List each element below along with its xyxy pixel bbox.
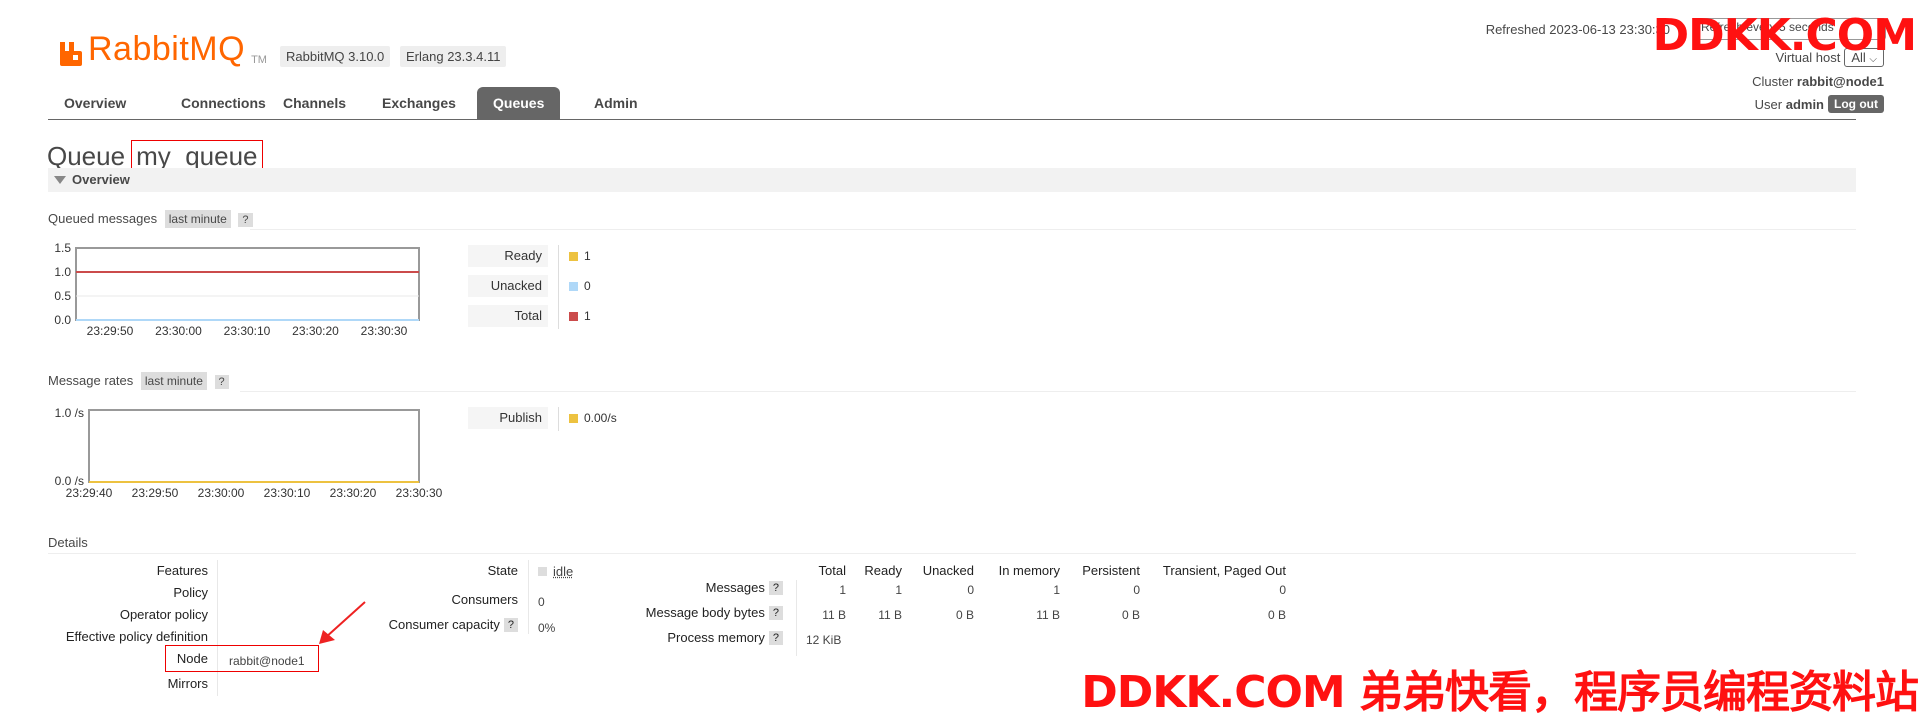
- operator-policy-label: Operator policy: [119, 607, 208, 622]
- stats-cell: 0: [967, 583, 974, 597]
- effective-policy-label: Effective policy definition: [65, 629, 208, 644]
- stats-header-persistent: Persistent: [1082, 563, 1140, 578]
- legend-swatch-icon: [569, 413, 578, 423]
- legend-value-text: 0: [584, 279, 591, 293]
- stats-cell: 0 B: [1267, 608, 1286, 622]
- queued-legend-value: 0: [569, 279, 591, 293]
- details-heading: Details: [48, 535, 88, 550]
- stats-cell: 11 B: [1036, 608, 1060, 622]
- queued-chart-plot-area: [75, 247, 420, 321]
- consumers-value: 0: [538, 595, 545, 609]
- divider: [48, 553, 1856, 554]
- message-rates-heading: Message rates last minute ?: [48, 372, 229, 390]
- message-body-bytes-help[interactable]: ?: [768, 605, 783, 620]
- policy-label: Policy: [173, 585, 208, 600]
- queued-chart-xtick-label: 23:30:10: [224, 324, 271, 338]
- queued-legend-value: 1: [569, 249, 591, 263]
- rates-chart-ytick-label: 1.0 /s: [55, 406, 84, 420]
- rates-chart-plot-area: [88, 409, 420, 483]
- rates-legend-publish[interactable]: Publish: [468, 407, 548, 429]
- divider: [240, 391, 1856, 392]
- rates-legend-value: 0.00/s: [569, 411, 617, 425]
- rates-chart-xtick-label: 23:30:20: [330, 486, 377, 500]
- process-memory-row-label: Process memory ?: [667, 630, 783, 645]
- rates-chart-xtick-label: 23:30:10: [264, 486, 311, 500]
- node-highlight-box: [165, 645, 319, 672]
- rates-chart-xtick-label: 23:30:30: [396, 486, 443, 500]
- rates-chart-xtick-label: 23:29:50: [132, 486, 179, 500]
- mirrors-label: Mirrors: [167, 676, 208, 691]
- stats-cell: 11 B: [822, 608, 846, 622]
- stats-header-transient: Transient, Paged Out: [1162, 563, 1286, 578]
- queued-chart-ytick-label: 1.0: [54, 265, 71, 279]
- details-separator: [528, 560, 529, 634]
- consumer-capacity-help[interactable]: ?: [503, 617, 518, 632]
- annotation-arrow-icon: [319, 601, 366, 644]
- stats-cell: 1: [895, 583, 902, 597]
- features-label: Features: [156, 563, 208, 578]
- stats-header-in-memory: In memory: [998, 563, 1060, 578]
- queued-chart-xtick-label: 23:29:50: [87, 324, 134, 338]
- state-row: idle: [538, 564, 573, 579]
- message-rates-label: Message rates: [48, 373, 134, 388]
- stats-cell: 11 B: [878, 608, 902, 622]
- legend-value-text: 0.00/s: [584, 411, 617, 425]
- stats-header-unacked: Unacked: [922, 563, 974, 578]
- rates-chart-xtick-label: 23:30:00: [198, 486, 245, 500]
- state-label: State: [487, 563, 518, 578]
- stats-cell: 0: [1133, 583, 1140, 597]
- queued-legend-separator: [558, 245, 559, 329]
- message-rates-period[interactable]: last minute: [140, 372, 207, 390]
- queued-legend-total[interactable]: Total: [468, 305, 548, 327]
- watermark-bottom: DDKK.COM 弟弟快看，程序员编程资料站: [1081, 667, 1919, 718]
- rates-legend-separator: [558, 407, 559, 431]
- queued-chart-ytick-label: 1.5: [54, 241, 71, 255]
- queued-chart-xtick-label: 23:30:00: [155, 324, 202, 338]
- idle-status-icon: [538, 567, 547, 576]
- stats-header-total: Total: [818, 563, 846, 578]
- legend-swatch-icon: [569, 311, 578, 321]
- consumer-capacity-value: 0%: [538, 621, 556, 635]
- legend-swatch-icon: [569, 251, 578, 261]
- legend-value-text: 1: [584, 249, 591, 263]
- stats-cell: 0 B: [1121, 608, 1140, 622]
- stats-header-ready: Ready: [864, 563, 902, 578]
- messages-row-label: Messages ?: [706, 580, 783, 595]
- queued-legend-unacked[interactable]: Unacked: [468, 275, 548, 297]
- queued-chart-ytick-label: 0.5: [54, 289, 71, 303]
- watermark-top: DDKK.COM: [1652, 10, 1917, 61]
- queued-legend-value: 1: [569, 309, 591, 323]
- consumer-capacity-label: Consumer capacity: [388, 617, 500, 632]
- stats-cell: 1: [1053, 583, 1060, 597]
- stats-cell: 12 KiB: [806, 633, 842, 647]
- message-body-bytes-row-label: Message body bytes ?: [646, 605, 783, 620]
- messages-label: Messages: [705, 580, 765, 595]
- process-memory-help[interactable]: ?: [768, 630, 783, 645]
- state-value: idle: [553, 564, 574, 579]
- queued-chart-xtick-label: 23:30:20: [292, 324, 339, 338]
- stats-cell: 1: [839, 583, 846, 597]
- messages-help[interactable]: ?: [768, 580, 783, 595]
- details-separator: [217, 560, 218, 696]
- consumers-label: Consumers: [451, 592, 518, 607]
- queued-chart-xtick-label: 23:30:30: [361, 324, 408, 338]
- consumer-capacity-row: Consumer capacity ?: [389, 617, 518, 632]
- legend-swatch-icon: [569, 281, 578, 291]
- queued-messages-chart: 1.5 1.0 0.5 0.0 23:29:50 23:30:00 23:30:10 23:3…: [54, 241, 443, 500]
- process-memory-label: Process memory: [667, 630, 765, 645]
- stats-separator: [796, 580, 797, 656]
- stats-cell: 0 B: [955, 608, 974, 622]
- rates-chart-xtick-label: 23:29:40: [66, 486, 113, 500]
- queued-chart-ytick-label: 0.0: [54, 313, 71, 327]
- message-body-bytes-label: Message body bytes: [645, 605, 765, 620]
- message-rates-help[interactable]: ?: [214, 375, 229, 389]
- stats-cell: 0: [1279, 583, 1286, 597]
- legend-value-text: 1: [584, 309, 591, 323]
- queued-legend-ready[interactable]: Ready: [468, 245, 548, 267]
